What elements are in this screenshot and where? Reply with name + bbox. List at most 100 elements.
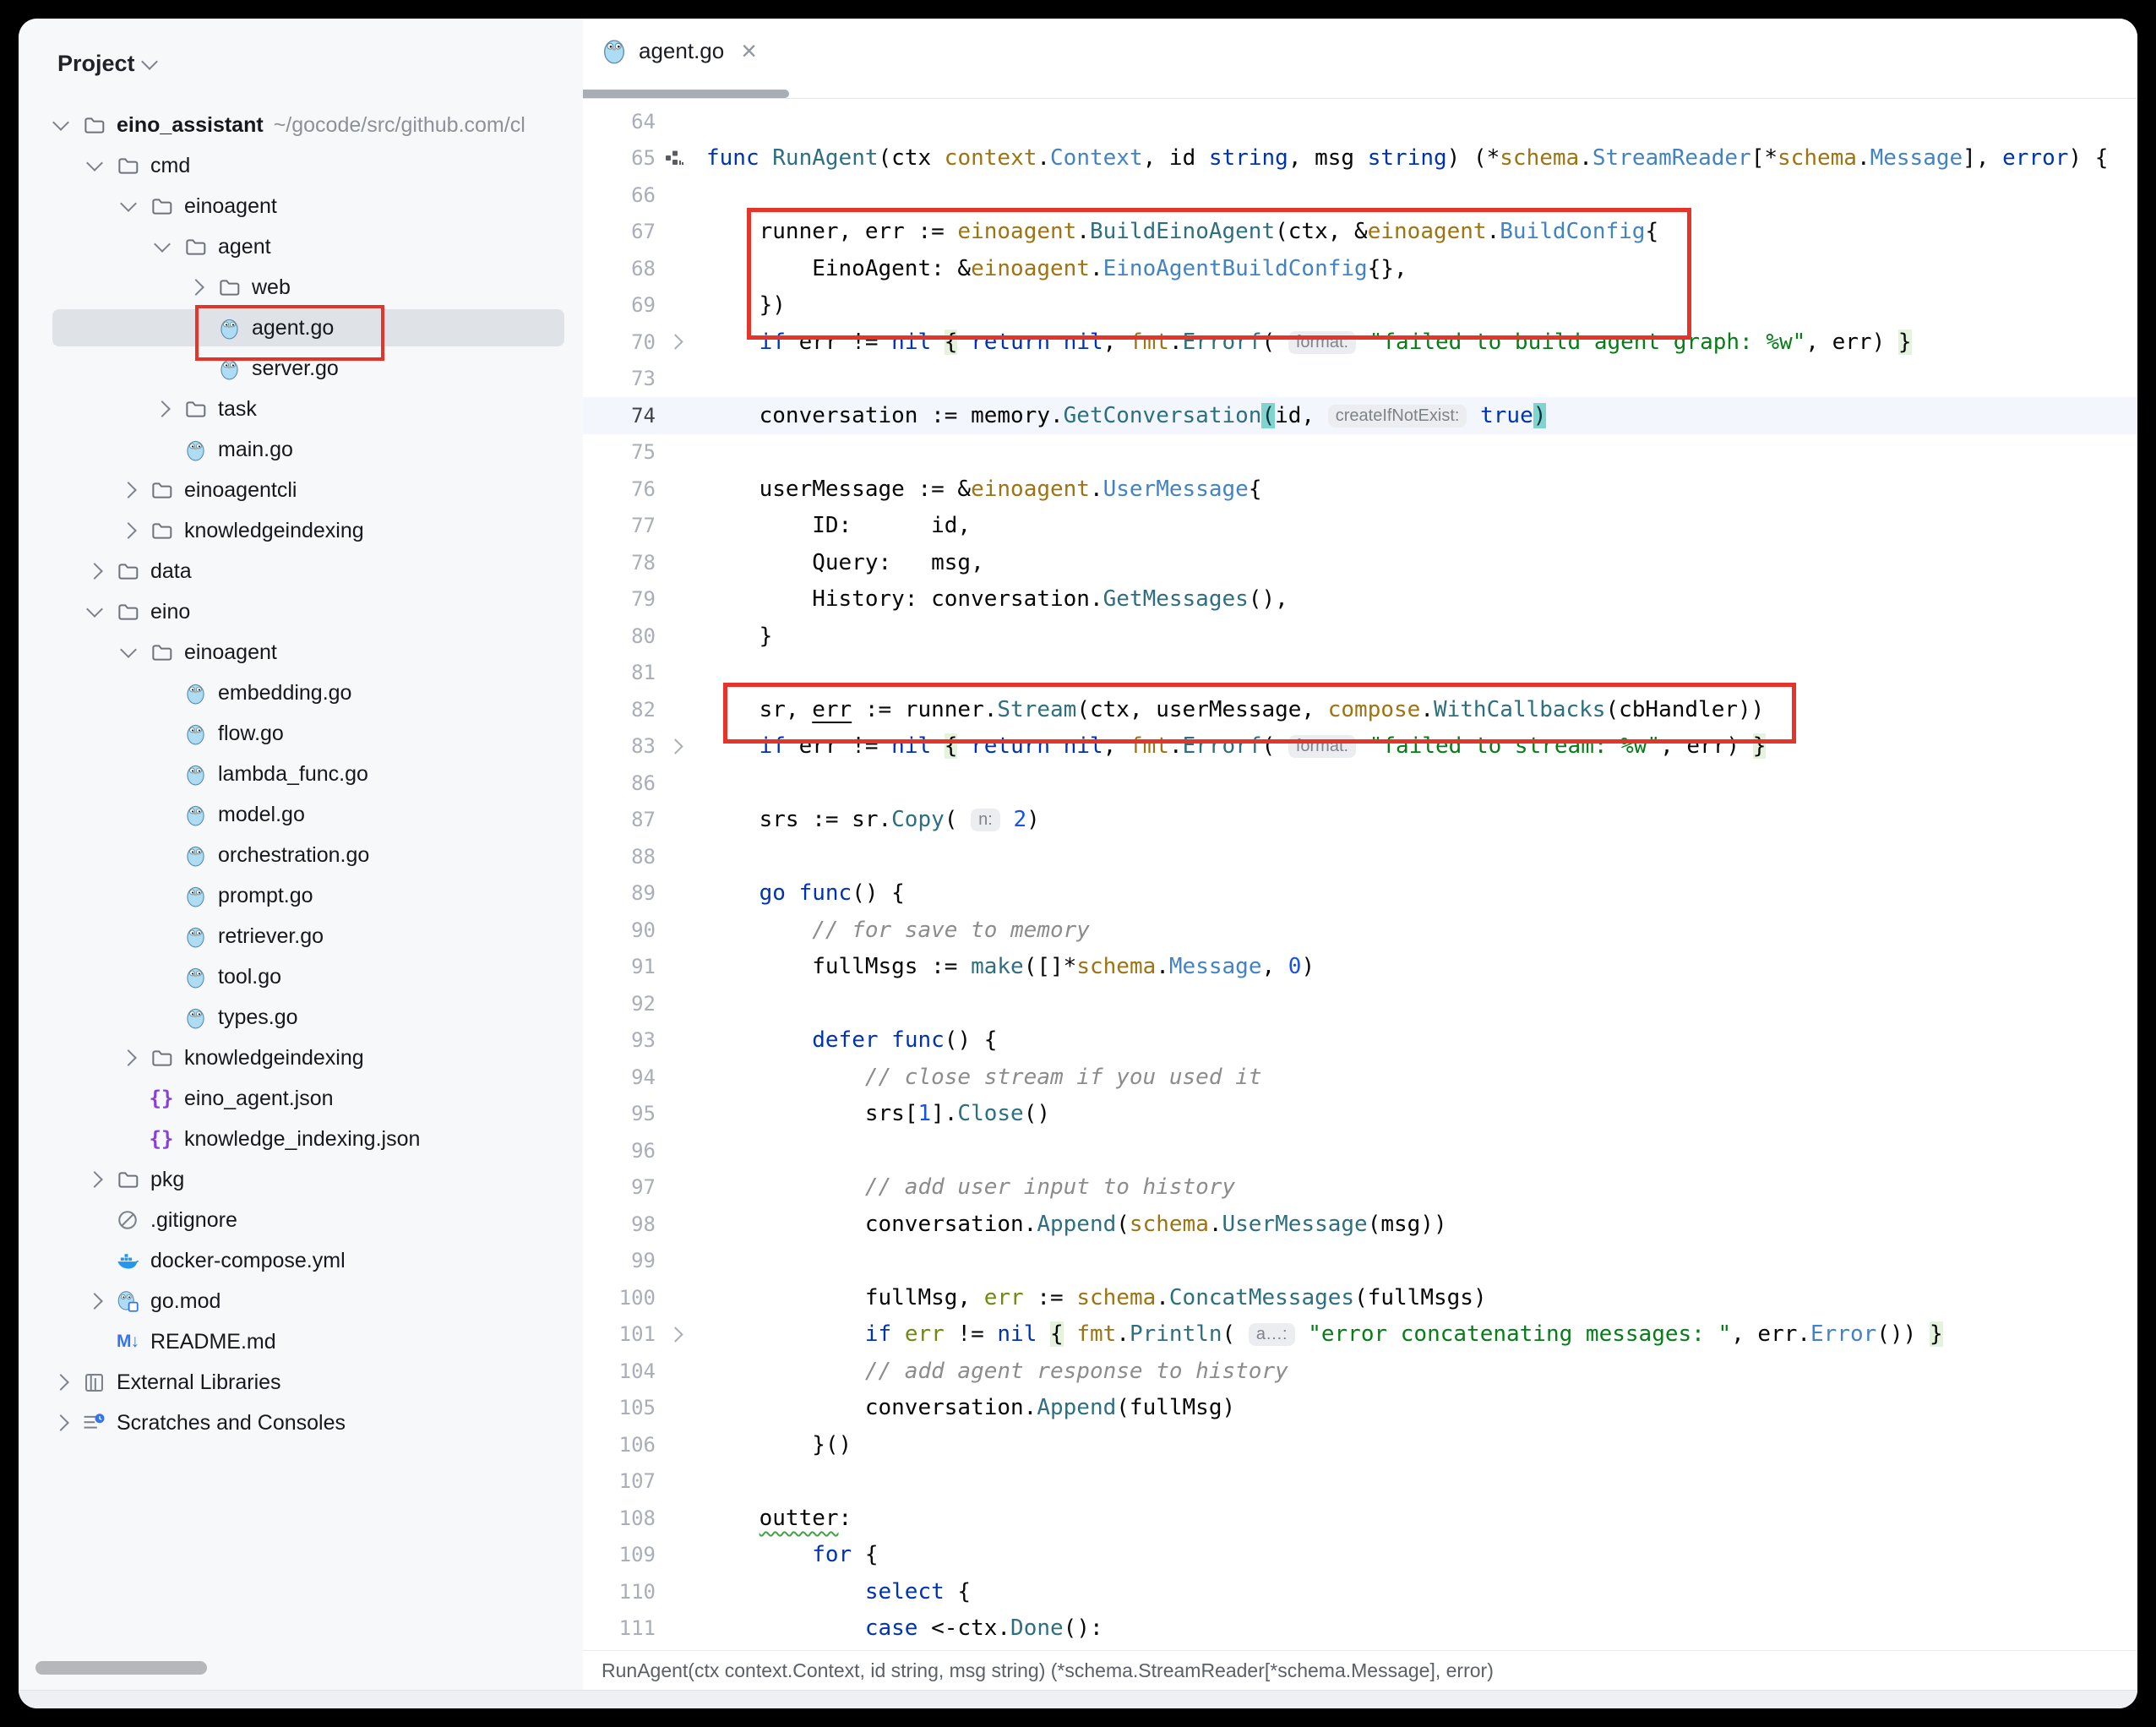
code-line-99[interactable]: 99 <box>583 1243 2137 1280</box>
chevron-right-icon[interactable] <box>44 1376 78 1388</box>
code-line-73[interactable]: 73 <box>583 361 2137 398</box>
tree-item-scratches-and-consoles[interactable]: Scratches and Consoles <box>19 1403 583 1443</box>
chevron-down-icon[interactable] <box>112 203 145 210</box>
sidebar-horizontal-scrollbar[interactable] <box>35 1661 207 1675</box>
project-header[interactable]: Project <box>57 51 155 77</box>
tree-item-main-go[interactable]: main.go <box>19 429 583 470</box>
code-line-70[interactable]: 70 if err != nil { return nil, fmt.Error… <box>583 324 2137 361</box>
code-line-67[interactable]: 67 runner, err := einoagent.BuildEinoAge… <box>583 214 2137 251</box>
code-line-110[interactable]: 110 select { <box>583 1573 2137 1610</box>
code-line-64[interactable]: 64 <box>583 103 2137 140</box>
code-line-87[interactable]: 87 srs := sr.Copy( n: 2) <box>583 802 2137 839</box>
tree-item-knowledgeindexing[interactable]: knowledgeindexing <box>19 510 583 551</box>
tree-item-einoagent[interactable]: einoagent <box>19 632 583 673</box>
tree-item-server-go[interactable]: server.go <box>19 348 583 389</box>
chevron-down-icon[interactable] <box>145 243 179 250</box>
tree-item-knowledgeindexing[interactable]: knowledgeindexing <box>19 1038 583 1078</box>
tree-item-eino-agent-json[interactable]: {}eino_agent.json <box>19 1078 583 1119</box>
tree-item-agent-go[interactable]: agent.go <box>19 308 583 348</box>
tree-item-go-mod[interactable]: go.mod <box>19 1281 583 1321</box>
code-line-65[interactable]: 65func RunAgent(ctx context.Context, id … <box>583 140 2137 177</box>
chevron-right-icon[interactable] <box>78 565 112 577</box>
code-line-101[interactable]: 101 if err != nil { fmt.Println( a…: "er… <box>583 1316 2137 1354</box>
code-line-83[interactable]: 83 if err != nil { return nil, fmt.Error… <box>583 728 2137 765</box>
code-line-95[interactable]: 95 srs[1].Close() <box>583 1096 2137 1133</box>
tree-item-retriever-go[interactable]: retriever.go <box>19 916 583 956</box>
tree-item-web[interactable]: web <box>19 267 583 308</box>
tree-item-task[interactable]: task <box>19 389 583 429</box>
tree-item-tool-go[interactable]: tool.go <box>19 956 583 997</box>
fold-chevron-icon[interactable] <box>656 741 694 752</box>
code-line-76[interactable]: 76 userMessage := &einoagent.UserMessage… <box>583 471 2137 508</box>
tree-item-model-go[interactable]: model.go <box>19 794 583 835</box>
code-line-97[interactable]: 97 // add user input to history <box>583 1169 2137 1207</box>
code-line-66[interactable]: 66 <box>583 177 2137 214</box>
code-line-109[interactable]: 109 for { <box>583 1537 2137 1574</box>
chevron-right-icon[interactable] <box>112 1052 145 1064</box>
code-line-74[interactable]: 74 conversation := memory.GetConversatio… <box>583 397 2137 434</box>
tab-close-icon[interactable]: × <box>741 37 757 64</box>
code-line-90[interactable]: 90 // for save to memory <box>583 912 2137 949</box>
code-line-82[interactable]: 82 sr, err := runner.Stream(ctx, userMes… <box>583 691 2137 728</box>
tree-item-agent[interactable]: agent <box>19 226 583 267</box>
tree-item-cmd[interactable]: cmd <box>19 145 583 186</box>
chevron-right-icon[interactable] <box>44 1417 78 1429</box>
tree-item-embedding-go[interactable]: embedding.go <box>19 673 583 713</box>
tree-item--gitignore[interactable]: .gitignore <box>19 1200 583 1240</box>
code-line-104[interactable]: 104 // add agent response to history <box>583 1353 2137 1390</box>
fold-chevron-icon[interactable] <box>656 336 694 347</box>
tree-item-eino-assistant[interactable]: eino_assistant~/gocode/src/github.com/cl <box>19 105 583 145</box>
code-line-89[interactable]: 89 go func() { <box>583 875 2137 913</box>
breadcrumb-text[interactable]: RunAgent(ctx context.Context, id string,… <box>602 1659 1494 1682</box>
code-line-111[interactable]: 111 case <-ctx.Done(): <box>583 1610 2137 1648</box>
code-line-107[interactable]: 107 <box>583 1463 2137 1501</box>
tree-item-external-libraries[interactable]: External Libraries <box>19 1362 583 1403</box>
code-line-86[interactable]: 86 <box>583 765 2137 802</box>
code-line-100[interactable]: 100 fullMsg, err := schema.ConcatMessage… <box>583 1279 2137 1316</box>
tree-item-readme-md[interactable]: M↓README.md <box>19 1321 583 1362</box>
tree-item-knowledge-indexing-json[interactable]: {}knowledge_indexing.json <box>19 1119 583 1159</box>
gutter-implementation-icon[interactable] <box>656 150 694 166</box>
code-line-98[interactable]: 98 conversation.Append(schema.UserMessag… <box>583 1206 2137 1243</box>
code-line-106[interactable]: 106 }() <box>583 1426 2137 1463</box>
fold-chevron-icon[interactable] <box>656 1329 694 1340</box>
code-line-88[interactable]: 88 <box>583 838 2137 875</box>
code-line-77[interactable]: 77 ID: id, <box>583 508 2137 545</box>
chevron-down-icon[interactable] <box>112 649 145 656</box>
tree-item-flow-go[interactable]: flow.go <box>19 713 583 754</box>
code-line-108[interactable]: 108 outter: <box>583 1500 2137 1537</box>
tree-item-data[interactable]: data <box>19 551 583 591</box>
tree-item-orchestration-go[interactable]: orchestration.go <box>19 835 583 875</box>
code-line-105[interactable]: 105 conversation.Append(fullMsg) <box>583 1390 2137 1427</box>
tab-agent-go[interactable]: agent.go × <box>602 37 757 64</box>
tree-item-pkg[interactable]: pkg <box>19 1159 583 1200</box>
chevron-right-icon[interactable] <box>78 1295 112 1307</box>
code-line-81[interactable]: 81 <box>583 655 2137 692</box>
chevron-right-icon[interactable] <box>112 525 145 537</box>
chevron-right-icon[interactable] <box>179 281 213 293</box>
tree-item-einoagent[interactable]: einoagent <box>19 186 583 226</box>
tree-item-einoagentcli[interactable]: einoagentcli <box>19 470 583 510</box>
code-line-69[interactable]: 69 }) <box>583 287 2137 324</box>
chevron-right-icon[interactable] <box>78 1174 112 1185</box>
code-line-91[interactable]: 91 fullMsgs := make([]*schema.Message, 0… <box>583 949 2137 986</box>
code-line-93[interactable]: 93 defer func() { <box>583 1022 2137 1060</box>
chevron-right-icon[interactable] <box>145 403 179 415</box>
chevron-down-icon[interactable] <box>44 122 78 128</box>
tree-item-docker-compose-yml[interactable]: docker-compose.yml <box>19 1240 583 1281</box>
tree-item-types-go[interactable]: types.go <box>19 997 583 1038</box>
code-line-79[interactable]: 79 History: conversation.GetMessages(), <box>583 581 2137 618</box>
tree-item-lambda-func-go[interactable]: lambda_func.go <box>19 754 583 794</box>
chevron-down-icon[interactable] <box>78 608 112 615</box>
code-line-78[interactable]: 78 Query: msg, <box>583 544 2137 581</box>
chevron-right-icon[interactable] <box>112 484 145 496</box>
code-line-94[interactable]: 94 // close stream if you used it <box>583 1059 2137 1096</box>
tree-item-prompt-go[interactable]: prompt.go <box>19 875 583 916</box>
code-line-80[interactable]: 80 } <box>583 618 2137 655</box>
code-line-68[interactable]: 68 EinoAgent: &einoagent.EinoAgentBuildC… <box>583 250 2137 287</box>
code-line-96[interactable]: 96 <box>583 1132 2137 1169</box>
tree-item-eino[interactable]: eino <box>19 591 583 632</box>
code-line-92[interactable]: 92 <box>583 985 2137 1022</box>
chevron-down-icon[interactable] <box>78 162 112 169</box>
code-line-75[interactable]: 75 <box>583 434 2137 471</box>
